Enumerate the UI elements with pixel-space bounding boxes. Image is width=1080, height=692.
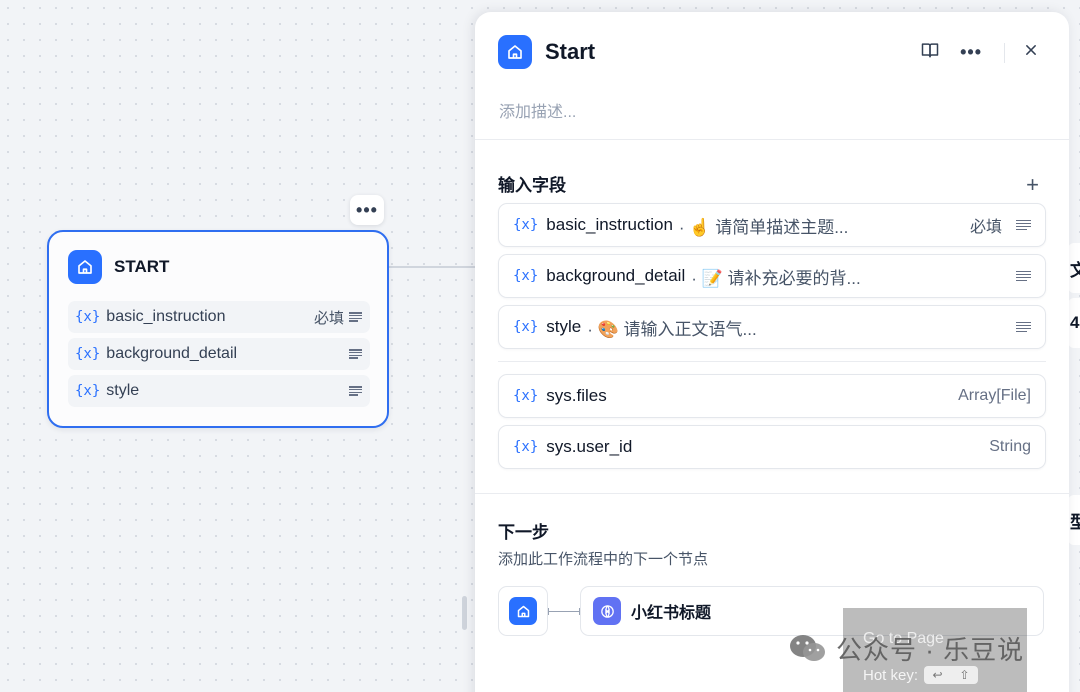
text-lines-icon: [1016, 270, 1031, 282]
panel-title: Start: [545, 39, 596, 64]
watermark: 公众号 · 乐豆说: [788, 630, 1024, 667]
input-field-background-detail[interactable]: {x} background_detail · 📝 请补充必要的背...: [498, 254, 1046, 298]
system-field-user-id[interactable]: {x} sys.user_id String: [498, 425, 1046, 469]
variable-icon: {x}: [75, 383, 101, 399]
node-variable-background-detail[interactable]: {x} background_detail: [68, 338, 370, 370]
next-step-title: 下一步: [498, 523, 549, 542]
variable-icon: {x}: [513, 388, 539, 404]
edge-node-card[interactable]: 文: [1068, 243, 1080, 293]
node-config-panel: Start ••• 添加描述... 输入字段 + {x} basic_instr…: [475, 12, 1069, 692]
text-lines-icon: [1016, 321, 1031, 333]
text-lines-icon: [1016, 219, 1031, 231]
variable-icon: {x}: [513, 319, 539, 335]
divider: [498, 361, 1046, 362]
field-type: Array[File]: [958, 387, 1031, 404]
system-field-files[interactable]: {x} sys.files Array[File]: [498, 374, 1046, 418]
chain-connector: [548, 607, 580, 615]
input-field-style[interactable]: {x} style · 🎨 请输入正文语气...: [498, 305, 1046, 349]
home-icon: [509, 597, 537, 625]
more-options-button[interactable]: •••: [960, 42, 982, 63]
home-icon: [498, 35, 532, 69]
edge-node-card[interactable]: 型: [1068, 495, 1080, 545]
variable-icon: {x}: [513, 268, 539, 284]
add-field-button[interactable]: +: [1026, 172, 1039, 198]
wechat-icon: [790, 634, 825, 661]
divider: [475, 493, 1069, 494]
field-type: String: [989, 438, 1031, 455]
edge-node-card[interactable]: 4c: [1068, 298, 1080, 348]
close-icon[interactable]: [1021, 40, 1041, 65]
book-icon[interactable]: [920, 40, 940, 65]
variable-icon: {x}: [513, 217, 539, 233]
variable-icon: {x}: [75, 309, 101, 325]
required-badge: 必填: [313, 309, 344, 327]
node-variable-basic-instruction[interactable]: {x} basic_instruction 必填: [68, 301, 370, 333]
text-lines-icon: [349, 386, 362, 396]
variable-icon: {x}: [75, 346, 101, 362]
hotkey-hint: Hot key: ↩ ⇧: [863, 666, 979, 684]
node-variable-style[interactable]: {x} style: [68, 375, 370, 407]
toolbar-divider: [1004, 42, 1005, 63]
description-input[interactable]: 添加描述...: [499, 98, 576, 122]
input-field-basic-instruction[interactable]: {x} basic_instruction · ☝️ 请简单描述主题... 必填: [498, 203, 1046, 247]
next-step-subtitle: 添加此工作流程中的下一个节点: [498, 551, 709, 568]
divider: [475, 139, 1069, 140]
llm-icon: [593, 597, 621, 625]
hotkey-keys: ↩ ⇧: [924, 666, 979, 684]
required-badge: 必填: [969, 219, 1002, 236]
edge-connector: [388, 266, 478, 268]
resize-handle[interactable]: [462, 596, 467, 630]
current-node-chip: [498, 586, 548, 636]
text-lines-icon: [349, 312, 362, 322]
inputs-section-title: 输入字段: [498, 176, 566, 195]
variable-icon: {x}: [513, 439, 539, 455]
text-lines-icon: [349, 349, 362, 359]
home-icon: [68, 250, 102, 284]
start-node[interactable]: START {x} basic_instruction 必填 {x} backg…: [47, 230, 389, 428]
node-title: START: [114, 257, 170, 276]
node-more-button[interactable]: •••: [350, 195, 384, 225]
